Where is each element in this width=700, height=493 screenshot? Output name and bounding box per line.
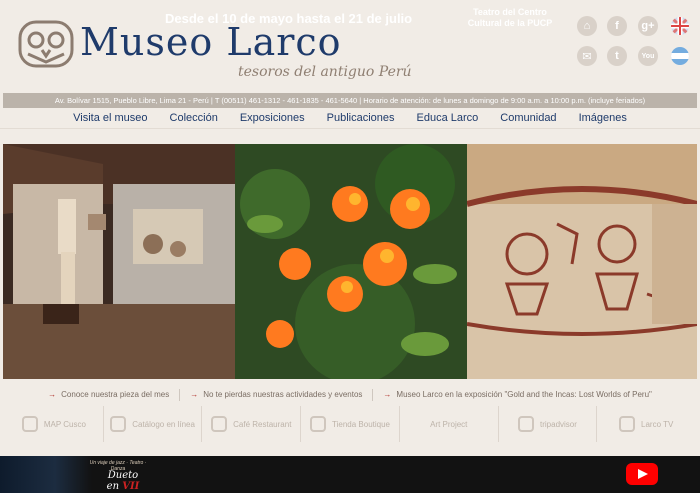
argentina-flag-icon[interactable] [671,47,689,65]
youtube-play-icon[interactable] [626,463,658,485]
twitter-icon[interactable]: t [607,46,627,66]
museum-logo-icon[interactable] [18,16,74,72]
nav-publicaciones[interactable]: Publicaciones [327,108,395,129]
arrow-right-icon: → [190,390,199,399]
site-title[interactable]: Museo Larco [80,22,342,62]
link-exposicion[interactable]: → Museo Larco en la exposición "Gold and … [373,386,661,404]
tripadvisor-icon [518,416,534,432]
quick-catalogo[interactable]: Catálogo en línea [104,406,203,442]
nav-visita[interactable]: Visita el museo [73,108,147,129]
vase-icon [110,416,127,432]
quick-tienda[interactable]: Tienda Boutique [301,406,400,442]
hero-panel-flowers[interactable] [235,144,467,379]
gift-icon [310,416,327,432]
nav-exposiciones[interactable]: Exposiciones [240,108,305,129]
home-icon[interactable]: ⌂ [577,16,597,36]
email-icon[interactable]: ✉ [577,46,597,66]
banner-venue: Teatro del Centro Cultural de la PUCP [467,7,553,28]
nav-comunidad[interactable]: Comunidad [500,108,556,129]
quick-links-bar: MAP Cusco Catálogo en línea Café Restaur… [5,406,695,442]
facebook-icon[interactable]: f [607,16,627,36]
arrow-right-icon: → [48,390,57,399]
main-nav: Visita el museo Colección Exposiciones P… [0,108,700,129]
quick-larco-tv[interactable]: Larco TV [597,406,695,442]
youtube-icon[interactable]: You [638,46,658,66]
map-icon [21,416,38,432]
link-actividades[interactable]: → No te pierdas nuestras actividades y ev… [180,386,372,404]
banner-logo: Dueto en VII [106,470,140,492]
hero-panel-ceramic[interactable] [467,144,697,379]
banner-headline: Desde el 10 de mayo hasta el 21 de julio [165,11,413,26]
quick-art-project[interactable]: Art Project [400,406,499,442]
hero-panel-gallery-room[interactable] [3,144,235,379]
site-subtitle: tesoros del antiguo Perú [238,64,412,80]
google-plus-icon[interactable]: g+ [638,16,658,36]
quick-tripadvisor[interactable]: tripadvisor [499,406,598,442]
nav-imagenes[interactable]: Imágenes [579,108,627,129]
nav-coleccion[interactable]: Colección [170,108,218,129]
nav-educa[interactable]: Educa Larco [417,108,479,129]
quick-cafe[interactable]: Café Restaurant [202,406,302,442]
tv-icon [619,416,636,432]
link-pieza-mes[interactable]: → Conoce nuestra pieza del mes [38,386,179,404]
hero-gallery [3,144,697,379]
arrow-right-icon: → [383,390,392,399]
banner-artwork [0,456,92,493]
english-flag-icon[interactable] [671,17,689,35]
featured-links: → Conoce nuestra pieza del mes → No te pie… [0,386,700,404]
contact-info-bar: Av. Bolívar 1515, Pueblo Libre, Lima 21 … [3,93,697,108]
quick-map-cusco[interactable]: MAP Cusco [5,406,104,442]
wineglass-icon [211,416,228,432]
nav-divider [0,128,700,129]
